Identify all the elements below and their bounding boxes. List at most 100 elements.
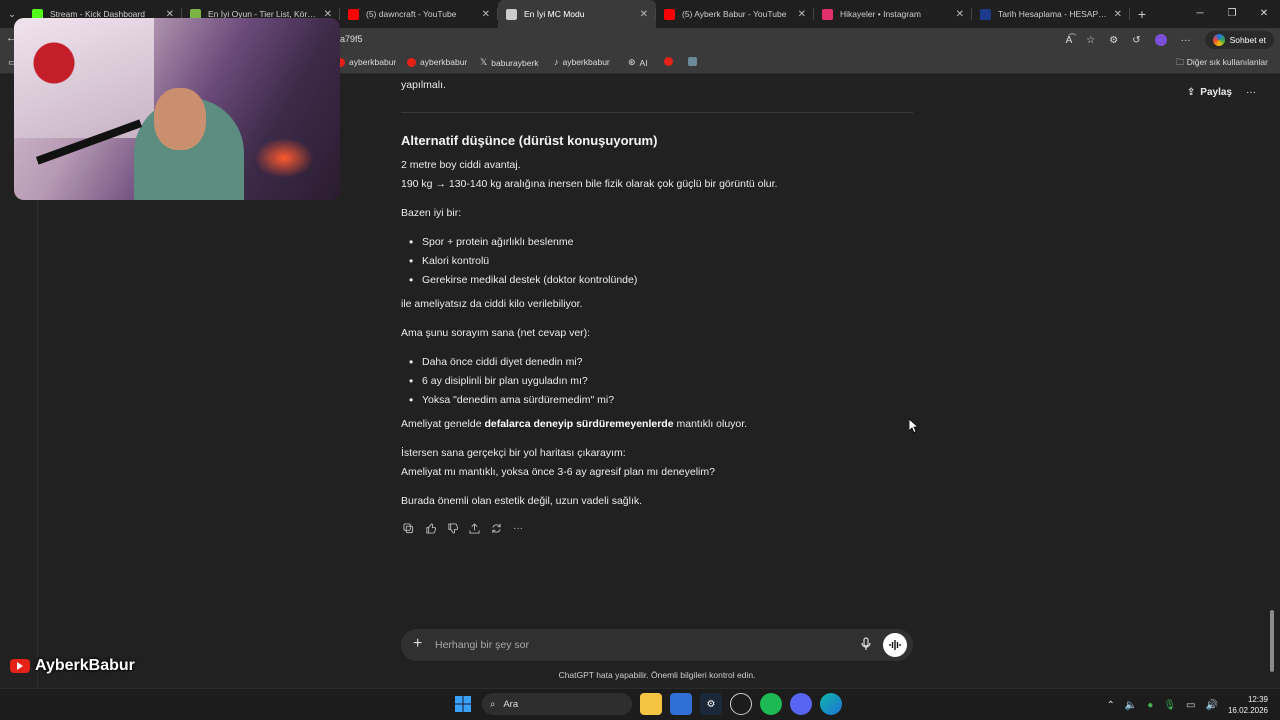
bookmark-item[interactable]: 𝕏 baburayberk xyxy=(480,57,539,68)
streamer-head xyxy=(154,88,206,150)
tab-title: Tarih Hesaplama - HESAPLAMA.N... xyxy=(998,9,1108,19)
maximize-button[interactable]: ❐ xyxy=(1216,0,1248,28)
bookmark-label: baburayberk xyxy=(491,57,539,68)
copy-icon[interactable] xyxy=(401,521,415,535)
profile-avatar[interactable] xyxy=(1154,34,1167,46)
microphone-tray-icon[interactable]: 🎙 xyxy=(1163,700,1176,711)
scrollbar[interactable] xyxy=(1270,610,1274,672)
more-icon[interactable]: ··· xyxy=(511,521,525,535)
store-icon[interactable] xyxy=(670,693,692,715)
youtube-icon xyxy=(664,57,673,66)
bookmark-youtube[interactable] xyxy=(664,57,673,66)
youtube-icon xyxy=(664,8,675,20)
page-actions: ⇪ Paylaş ··· xyxy=(1187,87,1256,98)
thumbs-down-icon[interactable] xyxy=(445,521,459,535)
read-aloud-icon[interactable]: A͡ xyxy=(1066,35,1073,46)
composer: + xyxy=(401,629,913,661)
close-tab-icon[interactable]: ✕ xyxy=(1114,9,1122,20)
close-window-button[interactable]: ✕ xyxy=(1248,0,1280,28)
webcam-overlay xyxy=(14,18,340,200)
streamer-name: AyberkBabur xyxy=(35,657,135,674)
paragraph: 2 metre boy ciddi avantaj. xyxy=(401,159,521,171)
paragraph: Ameliyat mı mantıklı, yoksa önce 3-6 ay … xyxy=(401,466,715,478)
mouse-cursor-icon xyxy=(909,419,918,433)
youtube-icon xyxy=(348,8,359,20)
app-circle-icon[interactable] xyxy=(730,693,752,715)
url-field[interactable]: a79f5 xyxy=(340,34,363,44)
bookmark-item[interactable]: ayberkbabur xyxy=(407,57,467,67)
message-actions: ··· xyxy=(401,521,525,535)
steam-icon[interactable]: ⚙ xyxy=(700,693,722,715)
bookmark-label: AI xyxy=(639,57,648,68)
browser-tab[interactable]: Tarih Hesaplama - HESAPLAMA.N... ✕ xyxy=(972,0,1130,28)
windows-start-icon[interactable] xyxy=(452,693,474,715)
edge-icon[interactable] xyxy=(820,693,842,715)
share-icon: ⇪ xyxy=(1186,87,1196,98)
windows-taskbar: ⌕ Ara ⚙ ⌃ 🔈 ● 🎙 ▭ 🔊 12:39 16.02.2026 xyxy=(0,688,1280,720)
share-message-icon[interactable] xyxy=(467,521,481,535)
copilot-chat-button[interactable]: Sohbet et xyxy=(1204,31,1274,49)
spotify-icon[interactable] xyxy=(760,693,782,715)
copilot-chat-label: Sohbet et xyxy=(1229,35,1266,45)
streamer-name-tag: AyberkBabur xyxy=(10,657,135,675)
favorite-star-icon[interactable]: ☆ xyxy=(1086,35,1095,46)
other-bookmarks-label: Diğer sık kullanılanlar xyxy=(1186,57,1268,67)
close-tab-icon[interactable]: ✕ xyxy=(956,9,964,20)
discord-icon[interactable] xyxy=(790,693,812,715)
share-button[interactable]: ⇪ Paylaş xyxy=(1187,87,1232,98)
chatgpt-icon xyxy=(506,8,517,20)
bookmark-app[interactable] xyxy=(688,57,697,66)
bookmark-item[interactable]: ayberkbabur xyxy=(336,57,396,67)
divider xyxy=(401,112,913,113)
text-segment: mantıklı oluyor. xyxy=(673,418,748,430)
bookmark-item[interactable]: ♪ ayberkbabur xyxy=(554,57,610,67)
speaker-icon[interactable]: 🔈 xyxy=(1125,700,1137,711)
search-label: Ara xyxy=(503,698,519,710)
previous-text-tail: yapılmalı. xyxy=(401,79,446,91)
app-icon xyxy=(688,57,697,66)
monitor-icon[interactable]: ▭ xyxy=(1186,700,1195,711)
window-controls: ─ ❐ ✕ xyxy=(1184,0,1280,28)
bookmark-label: ayberkbabur xyxy=(349,57,397,67)
show-hidden-icons-icon[interactable]: ⌃ xyxy=(1106,700,1114,711)
regenerate-icon[interactable] xyxy=(489,521,503,535)
browser-tab[interactable]: (5) Ayberk Babur - YouTube ✕ xyxy=(656,0,814,28)
browser-tab[interactable]: (5) dawncraft - YouTube ✕ xyxy=(340,0,498,28)
extensions-icon[interactable]: ⚙ xyxy=(1109,35,1118,46)
status-dot-icon[interactable]: ● xyxy=(1147,700,1153,711)
voice-mode-button[interactable] xyxy=(883,633,907,657)
new-tab-button[interactable]: + xyxy=(1130,6,1154,22)
tab-title: (5) dawncraft - YouTube xyxy=(366,9,457,19)
close-tab-icon[interactable]: ✕ xyxy=(798,9,806,20)
browser-tab[interactable]: Hikayeler • Instagram ✕ xyxy=(814,0,972,28)
list-item: Yoksa "denedim ama sürdüremedim" mi? xyxy=(409,393,614,407)
file-explorer-icon[interactable] xyxy=(640,693,662,715)
search-icon: ⌕ xyxy=(490,698,496,710)
hesaplama-icon xyxy=(980,8,991,20)
history-icon[interactable]: ↺ xyxy=(1132,35,1140,46)
close-tab-icon[interactable]: ✕ xyxy=(640,9,648,20)
prompt-input[interactable] xyxy=(435,636,835,654)
add-attachment-button[interactable]: + xyxy=(413,635,422,653)
microphone-icon[interactable] xyxy=(861,637,871,656)
paragraph: Burada önemli olan estetik değil, uzun v… xyxy=(401,495,643,507)
bookmark-item[interactable]: ⊛ AI xyxy=(628,57,648,68)
list-item: Spor + protein ağırlıklı beslenme xyxy=(409,235,574,249)
thumbs-up-icon[interactable] xyxy=(423,521,437,535)
close-tab-icon[interactable]: ✕ xyxy=(482,9,490,20)
tab-title: En İyi MC Modu xyxy=(524,9,585,19)
system-clock[interactable]: 12:39 16.02.2026 xyxy=(1228,694,1268,716)
other-bookmarks-folder[interactable]: 🗀 Diğer sık kullanılanlar xyxy=(1176,57,1268,71)
taskbar-search[interactable]: ⌕ Ara xyxy=(482,693,632,715)
clock-time: 12:39 xyxy=(1247,695,1268,704)
minimize-button[interactable]: ─ xyxy=(1184,0,1216,28)
more-options-icon[interactable]: ··· xyxy=(1246,87,1256,98)
wall-art xyxy=(14,18,154,138)
browser-tab[interactable]: En İyi MC Modu ✕ xyxy=(498,0,656,28)
tiktok-icon: ♪ xyxy=(554,57,559,67)
volume-icon[interactable]: 🔊 xyxy=(1206,700,1218,711)
tab-title: Hikayeler • Instagram xyxy=(840,9,921,19)
list-item: 6 ay disiplinli bir plan uyguladın mı? xyxy=(409,374,588,388)
clock-date: 16.02.2026 xyxy=(1227,706,1268,715)
more-menu-icon[interactable]: ··· xyxy=(1181,35,1191,46)
